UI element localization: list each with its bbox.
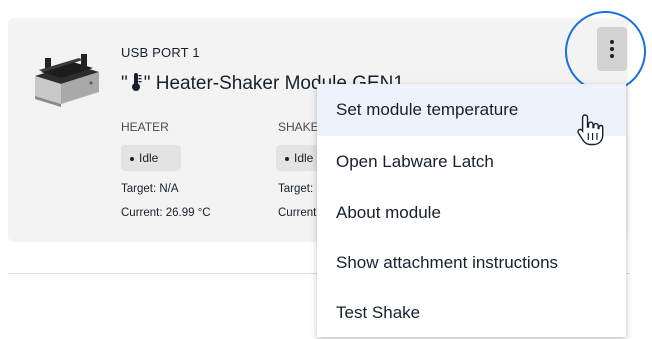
title-quote-open: " (121, 73, 128, 94)
heater-status-text: Idle (139, 151, 159, 165)
heater-target: Target: N/A (121, 183, 179, 195)
thermometer-icon (131, 73, 142, 91)
heater-current: Current: 26.99 °C (121, 207, 211, 219)
usb-port-label: USB PORT 1 (121, 45, 200, 60)
shaker-status-text: Idle (294, 151, 314, 165)
menu-item-attachment-instructions[interactable]: Show attachment instructions (317, 237, 626, 289)
highlight-circle (565, 11, 646, 92)
hand-pointer-icon (577, 114, 604, 146)
status-dot-icon (285, 156, 289, 161)
menu-item-test-shake[interactable]: Test Shake (317, 287, 626, 339)
status-dot-icon (130, 156, 134, 161)
menu-item-about-module[interactable]: About module (317, 187, 626, 239)
heater-shaker-module-image (35, 54, 99, 107)
heater-label: HEATER (121, 120, 169, 134)
heater-status-badge: Idle (121, 145, 181, 171)
